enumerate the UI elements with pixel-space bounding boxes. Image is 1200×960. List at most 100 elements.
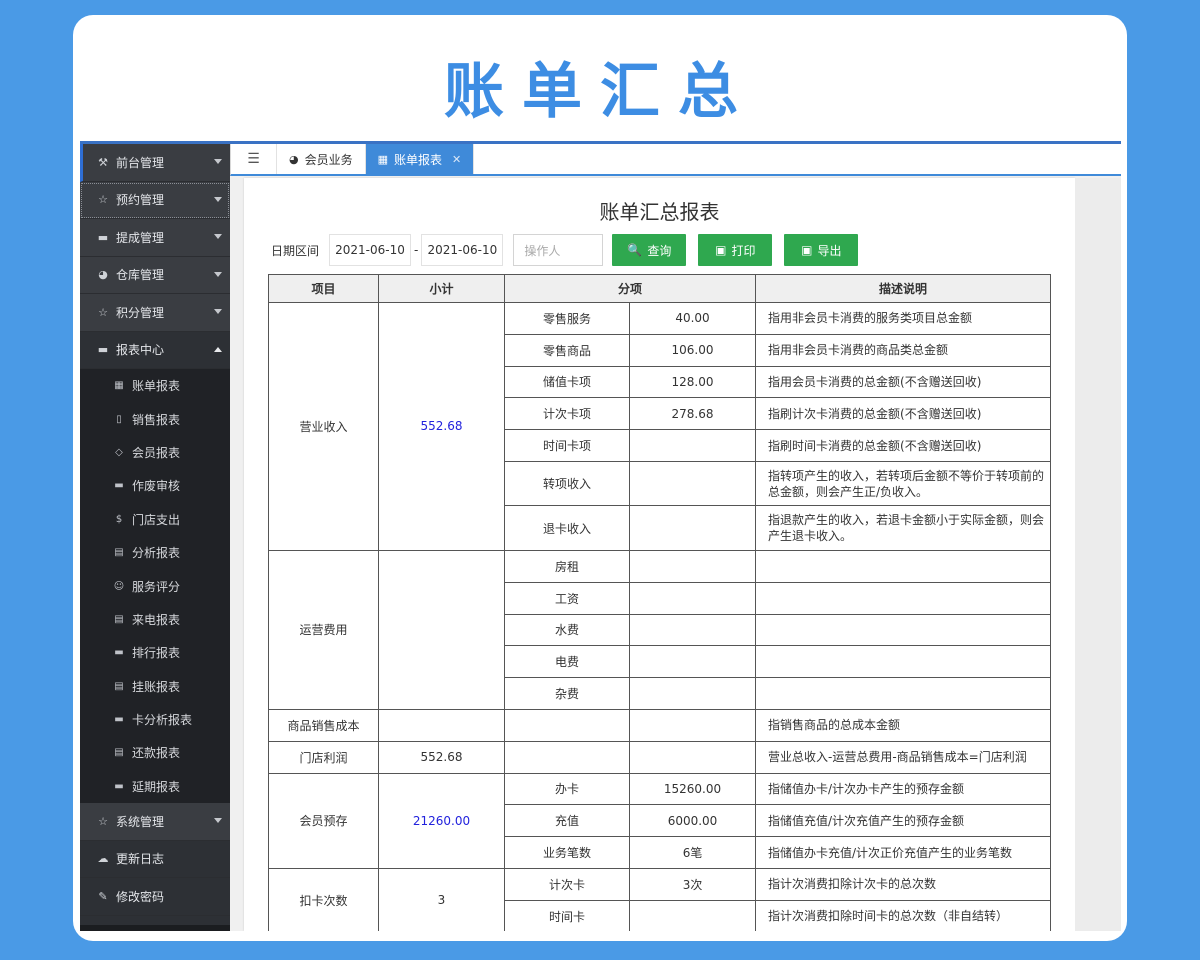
sidebar-subitem-call-report[interactable]: ▤ 来电报表	[80, 602, 230, 637]
sidebar-item-label: 系统管理	[116, 814, 165, 829]
group-label: 扣卡次数	[268, 867, 379, 931]
sidebar-item-change-password[interactable]: ✎ 修改密码	[80, 878, 230, 916]
sidebar-subitem-card-analysis[interactable]: ▬ 卡分析报表	[80, 702, 230, 737]
sidebar-subitem-label: 还款报表	[132, 746, 181, 761]
filter-bar: 日期区间 2021-06-10 - 2021-06-10 操作人 🔍 查询 ▣ …	[244, 233, 1075, 267]
monitor-icon: ▬	[97, 343, 109, 357]
star-icon: ☆	[98, 814, 108, 828]
row-value	[628, 740, 757, 774]
sidebar-subitem-credit-report[interactable]: ▤ 挂账报表	[80, 669, 230, 703]
print-button-label: 打印	[731, 243, 756, 258]
monitor-icon: ▬	[114, 480, 124, 492]
sidebar-item-label: 报表中心	[116, 343, 165, 358]
close-icon[interactable]: ✕	[452, 153, 461, 166]
row-name: 计次卡项	[504, 397, 630, 431]
star-icon: ☆	[98, 193, 108, 207]
operator-input[interactable]: 操作人	[513, 234, 604, 266]
sidebar-item-reports[interactable]: ▬ 报表中心	[80, 331, 230, 369]
header-breakdown: 分项	[503, 274, 757, 303]
sidebar-subitem-label: 卡分析报表	[132, 713, 193, 728]
tab-bill-report[interactable]: ▦ 账单报表 ✕	[365, 144, 475, 174]
sidebar-subitem-store-expense[interactable]: $ 门店支出	[80, 502, 230, 536]
scrollbar-track[interactable]	[1075, 178, 1121, 931]
group-label: 运营费用	[268, 549, 379, 710]
group-subtotal	[378, 549, 505, 710]
query-button[interactable]: 🔍 查询	[612, 234, 687, 266]
doc-icon: ▤	[114, 613, 124, 625]
sidebar-subitem-label: 挂账报表	[132, 679, 181, 694]
dashboard-icon: ◕	[289, 152, 299, 166]
group-subtotal[interactable]: 552.68	[378, 302, 505, 551]
sidebar-item-appointments[interactable]: ☆ 预约管理	[80, 181, 230, 219]
sidebar-subitem-service-rating[interactable]: ☺ 服务评分	[80, 569, 230, 603]
row-value	[628, 613, 757, 647]
row-name: 水费	[504, 613, 630, 647]
row-value: 40.00	[628, 302, 757, 335]
row-value: 15260.00	[628, 772, 757, 806]
sidebar-item-front-desk[interactable]: ⚒ 前台管理	[80, 144, 230, 182]
date-to-input[interactable]: 2021-06-10	[421, 234, 504, 266]
search-icon: 🔍	[627, 243, 643, 257]
sidebar-item-changelog[interactable]: ☁ 更新日志	[80, 840, 230, 879]
hero-title: 账单汇总	[444, 57, 756, 127]
sidebar-subitem-bill-report[interactable]: ▦ 账单报表	[80, 369, 230, 403]
group-subtotal[interactable]: 21260.00	[378, 772, 505, 869]
sidebar-item-label: 更新日志	[116, 852, 165, 867]
caret-down-icon	[214, 309, 222, 314]
header-subtotal: 小计	[378, 274, 505, 303]
star-icon: ☆	[98, 305, 108, 319]
tab-label: 账单报表	[394, 152, 443, 167]
sidebar-subitem-ranking-report[interactable]: ▬ 排行报表	[80, 636, 230, 670]
sidebar-item-points[interactable]: ☆ 积分管理	[80, 294, 230, 332]
row-name: 办卡	[504, 772, 630, 806]
sidebar-subitem-label: 作废审核	[132, 479, 181, 494]
menu-toggle-icon[interactable]: ☰	[231, 144, 277, 174]
print-button[interactable]: ▣ 打印	[698, 234, 773, 266]
export-button[interactable]: ▣ 导出	[784, 234, 859, 266]
table-icon: ▦	[114, 380, 124, 392]
monitor-icon: ▬	[114, 714, 124, 726]
sidebar-subitem-extension-report[interactable]: ▬ 延期报表	[80, 769, 230, 804]
row-desc: 指储值充值/计次充值产生的预存金额	[755, 804, 1052, 838]
row-name: 杂费	[504, 677, 630, 710]
sidebar-subitem-sales-report[interactable]: ▯ 销售报表	[80, 402, 230, 436]
row-value	[628, 899, 757, 931]
monitor-icon: ▬	[114, 647, 124, 659]
group-label: 会员预存	[268, 772, 379, 869]
caret-up-icon	[214, 346, 222, 352]
date-range-label: 日期区间	[271, 243, 320, 258]
sidebar-subitem-label: 分析报表	[132, 546, 181, 561]
sidebar-bottom-bar	[80, 925, 230, 931]
date-from-input[interactable]: 2021-06-10	[329, 234, 412, 266]
row-name: 时间卡	[504, 899, 630, 931]
row-value: 278.68	[628, 397, 757, 431]
row-name: 电费	[504, 645, 630, 679]
export-button-label: 导出	[817, 243, 842, 258]
group-subtotal	[378, 708, 505, 742]
row-name: 退卡收入	[504, 505, 630, 551]
sidebar-subitem-repayment-report[interactable]: ▤ 还款报表	[80, 736, 230, 770]
tab-bar: ☰ ◕ 会员业务 ▦ 账单报表 ✕	[230, 144, 1121, 176]
tools-icon: ⚒	[98, 155, 108, 169]
row-name: 时间卡项	[504, 429, 630, 462]
sidebar-subitem-member-report[interactable]: ◇ 会员报表	[80, 435, 230, 470]
sidebar-item-commission[interactable]: ▬ 提成管理	[80, 219, 230, 257]
group-label: 营业收入	[268, 302, 379, 551]
diamond-icon: ◇	[115, 446, 123, 458]
clipboard-icon: ▣	[801, 243, 813, 257]
edit-icon: ✎	[98, 889, 108, 903]
main-area: ☰ ◕ 会员业务 ▦ 账单报表 ✕ 账单汇总报表 日期区间 2021-06-10	[230, 144, 1121, 931]
row-value: 128.00	[628, 365, 757, 399]
row-desc	[755, 645, 1052, 679]
row-desc: 指计次消费扣除时间卡的总次数（非自结转）	[755, 899, 1052, 931]
tab-member-business[interactable]: ◕ 会员业务	[277, 144, 366, 174]
sidebar-item-warehouse[interactable]: ◕ 仓库管理	[80, 256, 230, 294]
sidebar-item-system[interactable]: ☆ 系统管理	[80, 803, 230, 841]
table-header-row: 项目 小计 分项 描述说明	[268, 274, 1052, 303]
sidebar-subitem-analysis-report[interactable]: ▤ 分析报表	[80, 535, 230, 570]
doc-icon: ▤	[114, 680, 124, 692]
row-name: 储值卡项	[504, 365, 630, 399]
row-desc: 指储值办卡/计次办卡产生的预存金额	[755, 772, 1052, 806]
clipboard-icon: ▣	[715, 243, 727, 257]
sidebar-subitem-void-review[interactable]: ▬ 作废审核	[80, 469, 230, 503]
